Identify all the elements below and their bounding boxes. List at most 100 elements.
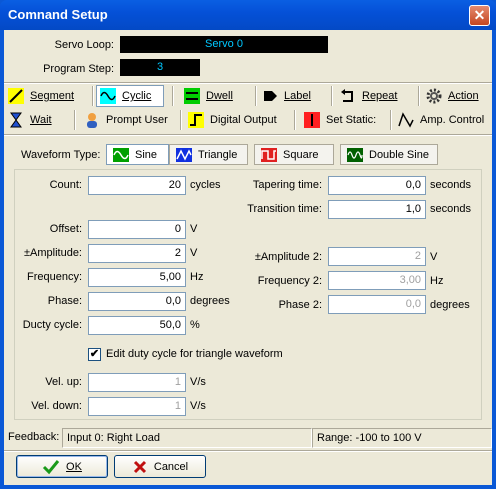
count-input[interactable]: 20 xyxy=(88,176,186,195)
feedback-value: Input 0: Right Load xyxy=(62,428,312,448)
edit-duty-cycle-checkbox[interactable]: ✔ xyxy=(88,348,101,361)
command-segment[interactable]: Segment xyxy=(8,85,90,107)
close-button[interactable]: ✕ xyxy=(469,5,490,26)
dwell-icon xyxy=(184,88,200,104)
edit-duty-cycle-label: Edit duty cycle for triangle waveform xyxy=(106,348,283,360)
duty-cycle-input[interactable]: 50,0 xyxy=(88,316,186,335)
vel-down-unit: V/s xyxy=(190,400,206,412)
command-label-step[interactable]: Label xyxy=(262,85,332,107)
toolbar-divider xyxy=(74,110,76,130)
toolbar-divider xyxy=(294,110,296,130)
command-digital-output[interactable]: Digital Output xyxy=(188,109,288,131)
range-display: Range: -100 to 100 V xyxy=(312,428,492,448)
frequency2-input[interactable]: 3,00 xyxy=(328,271,426,290)
command-label: Set Static: xyxy=(326,114,377,126)
repeat-icon xyxy=(340,88,356,104)
separator xyxy=(4,450,492,452)
phase2-label: Phase 2: xyxy=(278,299,322,311)
command-dwell[interactable]: Dwell xyxy=(184,85,254,107)
servo-loop-display: Servo 0 xyxy=(120,36,328,53)
amplitude2-input[interactable]: 2 xyxy=(328,247,426,266)
command-amp-control[interactable]: Amp. Control xyxy=(398,109,490,131)
waveform-triangle-button[interactable]: Triangle xyxy=(169,144,248,165)
vel-up-label: Vel. up: xyxy=(45,376,82,388)
waveform-square-button[interactable]: Square xyxy=(254,144,334,165)
toolbar-divider xyxy=(331,86,333,106)
ok-button[interactable]: OK xyxy=(16,455,108,478)
gear-icon xyxy=(426,88,442,104)
program-step-display: 3 xyxy=(120,59,200,76)
toolbar-divider xyxy=(418,86,420,106)
command-label: Repeat xyxy=(362,90,398,102)
amplitude2-unit: V xyxy=(430,251,438,263)
count-unit: cycles xyxy=(190,179,221,191)
cyclic-icon xyxy=(100,88,116,104)
triangle-wave-icon xyxy=(176,147,192,162)
double-sine-wave-icon xyxy=(347,147,363,162)
toolbar-divider xyxy=(92,86,94,106)
vel-up-input[interactable]: 1 xyxy=(88,373,186,392)
transition-time-label: Transition time: xyxy=(247,203,322,215)
duty-cycle-label: Ducty cycle: xyxy=(22,319,82,331)
separator xyxy=(4,82,492,84)
status-bar: Feedback: Input 0: Right Load Range: -10… xyxy=(4,428,492,448)
digital-output-icon xyxy=(188,112,204,128)
amplitude-label: ±Amplitude: xyxy=(23,247,82,259)
toolbar-divider xyxy=(390,110,392,130)
waveform-option-label: Sine xyxy=(135,148,158,161)
amplitude2-label: ±Amplitude 2: xyxy=(254,251,322,263)
command-repeat[interactable]: Repeat xyxy=(340,85,415,107)
waveform-sine-button[interactable]: Sine xyxy=(106,144,169,165)
segment-icon xyxy=(8,88,24,104)
toolbar-divider xyxy=(180,110,182,130)
waveform-option-label: Triangle xyxy=(198,148,238,161)
phase2-input[interactable]: 0,0 xyxy=(328,295,426,314)
amplitude-input[interactable]: 2 xyxy=(88,244,186,263)
offset-input[interactable]: 0 xyxy=(88,220,186,239)
command-label: Label xyxy=(284,90,311,102)
waveform-type-label: Waveform Type: xyxy=(21,149,101,161)
tapering-time-input[interactable]: 0,0 xyxy=(328,176,426,195)
ok-label: OK xyxy=(66,460,82,473)
square-wave-icon xyxy=(261,147,277,162)
command-label: Cyclic xyxy=(122,90,152,102)
sine-wave-icon xyxy=(113,147,129,162)
window-title: Comnand Setup xyxy=(8,7,108,22)
cancel-button[interactable]: Cancel xyxy=(114,455,206,478)
waveform-option-label: Square xyxy=(283,148,319,161)
command-label: Amp. Control xyxy=(420,114,485,126)
frequency2-unit: Hz xyxy=(430,275,444,287)
command-set-static[interactable]: Set Static: xyxy=(304,109,388,131)
command-cyclic[interactable]: Cyclic xyxy=(96,85,164,107)
phase-input[interactable]: 0,0 xyxy=(88,292,186,311)
amplitude-unit: V xyxy=(190,247,198,259)
checkmark-icon xyxy=(42,459,60,475)
command-label: Segment xyxy=(30,90,75,102)
servo-loop-label: Servo Loop: xyxy=(54,39,114,51)
offset-unit: V xyxy=(190,223,198,235)
dialog-client: Servo Loop: Servo 0 Program Step: 3 Segm… xyxy=(4,30,492,485)
frequency-input[interactable]: 5,00 xyxy=(88,268,186,287)
command-label: Wait xyxy=(30,114,52,126)
count-label: Count: xyxy=(49,179,82,191)
transition-time-unit: seconds xyxy=(430,203,471,215)
waveform-option-label: Double Sine xyxy=(369,148,429,161)
user-icon xyxy=(84,112,100,128)
toolbar-divider xyxy=(255,86,257,106)
command-action[interactable]: Action xyxy=(426,85,488,107)
command-wait[interactable]: Wait xyxy=(8,109,78,131)
amp-control-icon xyxy=(398,112,414,128)
program-step-label: Program Step: xyxy=(43,63,114,75)
tapering-time-unit: seconds xyxy=(430,179,471,191)
command-label: Prompt User xyxy=(106,114,168,126)
dialog-window: Comnand Setup ✕ Servo Loop: Servo 0 Prog… xyxy=(0,0,496,489)
waveform-double-sine-button[interactable]: Double Sine xyxy=(340,144,438,165)
separator xyxy=(4,134,492,136)
command-prompt-user[interactable]: Prompt User xyxy=(84,109,172,131)
title-bar[interactable]: Comnand Setup ✕ xyxy=(0,0,496,30)
transition-time-input[interactable]: 1,0 xyxy=(328,200,426,219)
vel-down-input[interactable]: 1 xyxy=(88,397,186,416)
tapering-time-label: Tapering time: xyxy=(252,179,322,191)
vel-up-unit: V/s xyxy=(190,376,206,388)
feedback-label: Feedback: xyxy=(8,431,60,443)
